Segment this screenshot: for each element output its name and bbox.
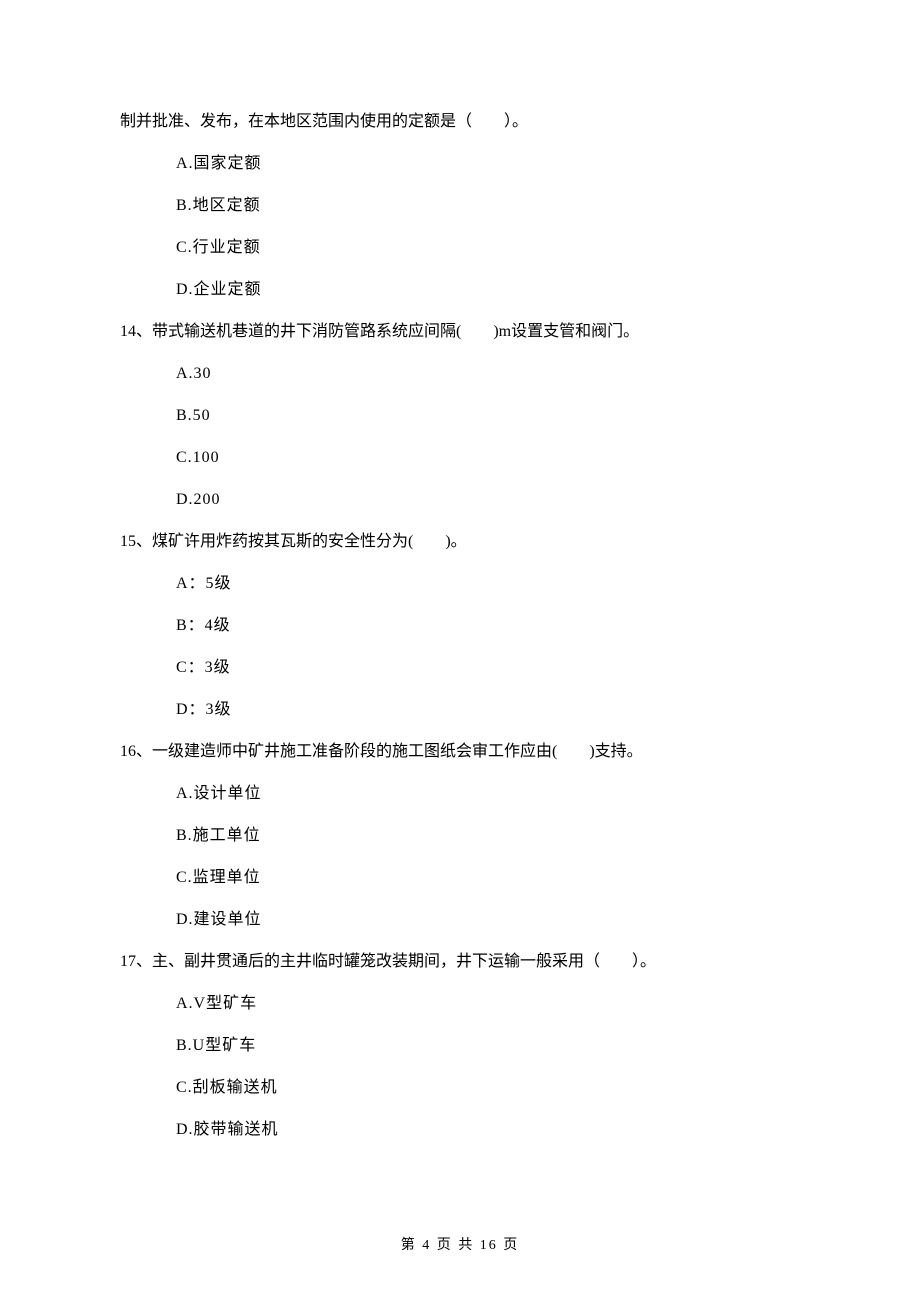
question-13-option-c: C.行业定额 bbox=[176, 236, 800, 260]
question-14-stem: 14、带式输送机巷道的井下消防管路系统应间隔( )m设置支管和阀门。 bbox=[120, 320, 800, 344]
question-17-option-d: D.胶带输送机 bbox=[176, 1118, 800, 1142]
question-17-option-c: C.刮板输送机 bbox=[176, 1076, 800, 1100]
question-13-option-a: A.国家定额 bbox=[176, 152, 800, 176]
question-16-option-d: D.建设单位 bbox=[176, 908, 800, 932]
question-16-stem: 16、一级建造师中矿井施工准备阶段的施工图纸会审工作应由( )支持。 bbox=[120, 740, 800, 764]
question-14-option-b: B.50 bbox=[176, 404, 800, 428]
question-14-option-d: D.200 bbox=[176, 488, 800, 512]
page-footer: 第 4 页 共 16 页 bbox=[0, 1235, 920, 1256]
question-16-option-a: A.设计单位 bbox=[176, 782, 800, 806]
question-14-option-a: A.30 bbox=[176, 362, 800, 386]
question-13-option-b: B.地区定额 bbox=[176, 194, 800, 218]
question-14-option-c: C.100 bbox=[176, 446, 800, 470]
question-17-option-b: B.U型矿车 bbox=[176, 1034, 800, 1058]
document-page: 制并批准、发布，在本地区范围内使用的定额是（ ）。 A.国家定额 B.地区定额 … bbox=[0, 0, 920, 1302]
question-16-option-b: B.施工单位 bbox=[176, 824, 800, 848]
question-13-option-d: D.企业定额 bbox=[176, 278, 800, 302]
question-16-option-c: C.监理单位 bbox=[176, 866, 800, 890]
question-17-option-a: A.V型矿车 bbox=[176, 992, 800, 1016]
question-15-stem: 15、煤矿许用炸药按其瓦斯的安全性分为( )。 bbox=[120, 530, 800, 554]
question-17-stem: 17、主、副井贯通后的主井临时罐笼改装期间，井下运输一般采用（ ）。 bbox=[120, 950, 800, 974]
question-15-option-d: D：3级 bbox=[176, 698, 800, 722]
question-15-option-b: B：4级 bbox=[176, 614, 800, 638]
question-15-option-a: A：5级 bbox=[176, 572, 800, 596]
question-13-stem-continued: 制并批准、发布，在本地区范围内使用的定额是（ ）。 bbox=[120, 110, 800, 134]
question-15-option-c: C：3级 bbox=[176, 656, 800, 680]
